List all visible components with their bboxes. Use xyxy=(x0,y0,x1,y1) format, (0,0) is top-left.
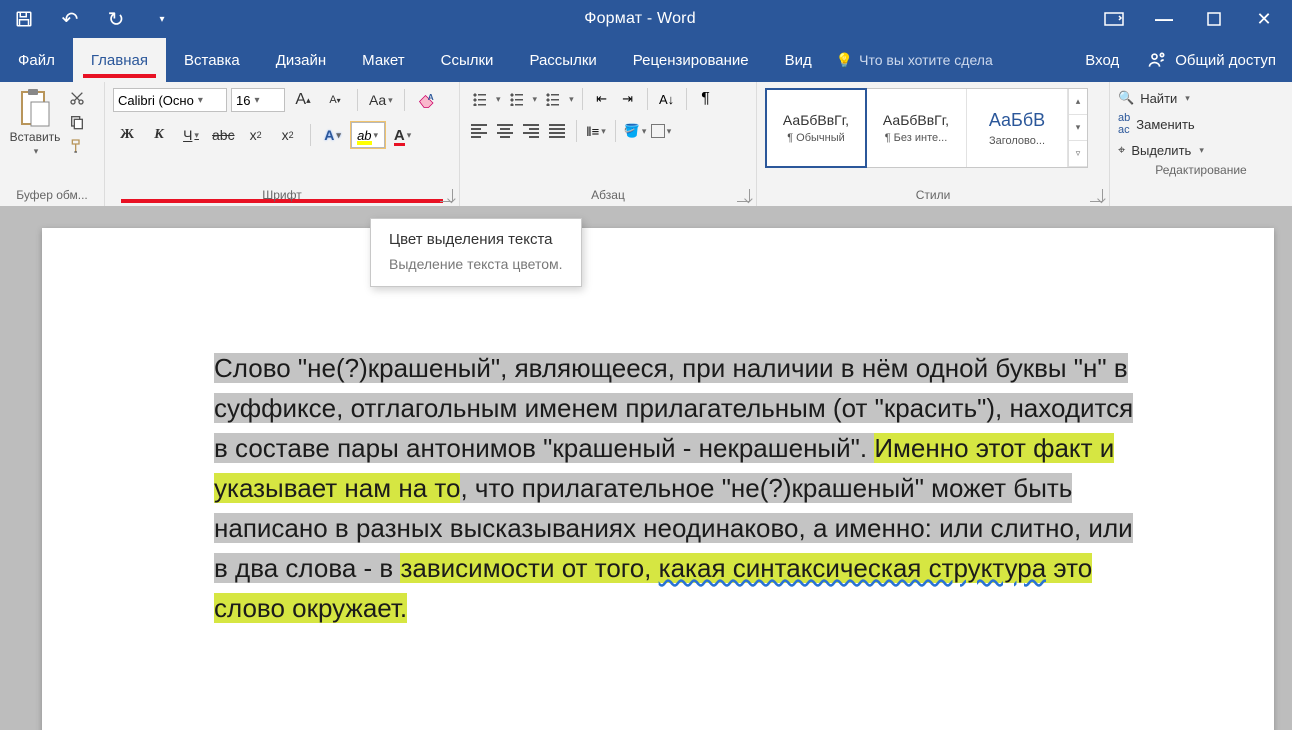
font-color-button[interactable]: A▾ xyxy=(389,124,417,146)
chevron-down-icon: ▾ xyxy=(34,146,39,157)
italic-button[interactable]: К xyxy=(145,124,173,146)
paste-button[interactable]: Вставить ▾ xyxy=(8,88,62,183)
show-marks-button[interactable]: ¶ xyxy=(695,88,717,110)
replace-button[interactable]: abacЗаменить xyxy=(1118,112,1282,136)
tab-layout[interactable]: Макет xyxy=(344,38,422,82)
undo-icon[interactable]: ↶ xyxy=(58,7,82,31)
styles-gallery-scroll[interactable]: ▴▾▿ xyxy=(1068,89,1087,167)
copy-button[interactable] xyxy=(66,112,88,132)
group-label-font: Шрифт xyxy=(105,183,459,206)
text-highlighted: зависимости от того, xyxy=(400,553,658,583)
tell-me-placeholder: Что вы хотите сдела xyxy=(859,52,993,68)
tooltip-highlight-color: Цвет выделения текста Выделение текста ц… xyxy=(370,218,582,287)
dialog-launcher-icon[interactable] xyxy=(440,189,453,202)
title-bar: ↶ ↻ ▾ Формат - Word — ✕ xyxy=(0,0,1292,38)
font-size-combo[interactable]: 16▾ xyxy=(231,88,285,112)
dialog-launcher-icon[interactable] xyxy=(1090,189,1103,202)
close-icon[interactable]: ✕ xyxy=(1252,7,1276,31)
font-name-combo[interactable]: Calibri (Осно▾ xyxy=(113,88,227,112)
group-label-paragraph: Абзац xyxy=(460,183,756,206)
text-highlighted-wavy: какая синтаксическая структура xyxy=(659,553,1047,583)
minimize-icon[interactable]: — xyxy=(1152,7,1176,31)
align-right-button[interactable] xyxy=(520,120,542,142)
tab-references[interactable]: Ссылки xyxy=(423,38,512,82)
quick-access-toolbar: ↶ ↻ ▾ xyxy=(0,0,186,38)
decrease-indent-button[interactable]: ⇤ xyxy=(591,88,613,110)
shrink-font-button[interactable]: A▾ xyxy=(321,89,349,111)
window-title: Формат - Word xyxy=(186,0,1094,38)
lightbulb-icon: 💡 xyxy=(836,52,853,69)
superscript-button[interactable]: x2 xyxy=(274,124,302,146)
replace-icon: abac xyxy=(1118,112,1130,136)
line-spacing-button[interactable]: ‖≡▾ xyxy=(585,120,607,142)
cursor-icon: ⌖ xyxy=(1118,142,1125,158)
align-left-button[interactable] xyxy=(468,120,490,142)
highlight-color-button[interactable]: ab▾ xyxy=(351,122,385,148)
align-center-button[interactable] xyxy=(494,120,516,142)
ribbon-tabs: Файл Главная Вставка Дизайн Макет Ссылки… xyxy=(0,38,1292,82)
multilevel-list-button[interactable] xyxy=(541,88,563,110)
qat-more-icon[interactable]: ▾ xyxy=(150,7,174,31)
borders-button[interactable]: ▾ xyxy=(650,120,672,142)
sort-button[interactable]: A↓ xyxy=(656,88,678,110)
shading-button[interactable]: 🪣▾ xyxy=(624,120,646,142)
paste-label: Вставить xyxy=(10,130,61,144)
window-controls: — ✕ xyxy=(1094,0,1292,38)
bold-button[interactable]: Ж xyxy=(113,124,141,146)
cut-button[interactable] xyxy=(66,88,88,108)
tell-me-search[interactable]: 💡 Что вы хотите сдела xyxy=(830,38,1074,82)
subscript-button[interactable]: x2 xyxy=(242,124,270,146)
share-icon xyxy=(1147,50,1167,70)
save-icon[interactable] xyxy=(12,7,36,31)
underline-button[interactable]: Ч▾ xyxy=(177,124,205,146)
styles-gallery: АаБбВвГг, ¶ Обычный АаБбВвГг, ¶ Без инте… xyxy=(765,88,1088,168)
tab-file[interactable]: Файл xyxy=(0,38,73,82)
style-normal[interactable]: АаБбВвГг, ¶ Обычный xyxy=(765,88,867,168)
style-heading1[interactable]: АаБбВ Заголово... xyxy=(967,89,1068,167)
share-label: Общий доступ xyxy=(1175,52,1276,69)
tab-mailings[interactable]: Рассылки xyxy=(511,38,614,82)
tooltip-body: Выделение текста цветом. xyxy=(389,256,563,272)
format-painter-button[interactable] xyxy=(66,136,88,156)
tab-view[interactable]: Вид xyxy=(767,38,830,82)
dialog-launcher-icon[interactable] xyxy=(737,189,750,202)
justify-button[interactable] xyxy=(546,120,568,142)
style-no-spacing[interactable]: АаБбВвГг, ¶ Без инте... xyxy=(866,89,967,167)
clear-formatting-button[interactable]: A xyxy=(413,89,441,111)
svg-text:A: A xyxy=(427,93,433,102)
group-label-editing: Редактирование xyxy=(1110,158,1292,181)
tooltip-title: Цвет выделения текста xyxy=(389,231,563,248)
ribbon: Вставить ▾ Буфер обм... Calibri (Осно▾ 1… xyxy=(0,82,1292,207)
redo-icon[interactable]: ↻ xyxy=(104,7,128,31)
find-button[interactable]: 🔍Найти▾ xyxy=(1118,90,1282,106)
tab-design[interactable]: Дизайн xyxy=(258,38,344,82)
change-case-button[interactable]: Aa▾ xyxy=(366,89,396,111)
maximize-icon[interactable] xyxy=(1202,7,1226,31)
grow-font-button[interactable]: A▴ xyxy=(289,89,317,111)
tab-review[interactable]: Рецензирование xyxy=(615,38,767,82)
ribbon-display-options-icon[interactable] xyxy=(1102,7,1126,31)
clipboard-icon xyxy=(15,88,55,128)
document-page[interactable]: Слово "не(?)крашеный", являющееся, при н… xyxy=(42,228,1274,730)
numbering-button[interactable] xyxy=(505,88,527,110)
increase-indent-button[interactable]: ⇥ xyxy=(617,88,639,110)
document-viewport: Слово "не(?)крашеный", являющееся, при н… xyxy=(0,206,1292,730)
text-effects-button[interactable]: A▾ xyxy=(319,124,347,146)
share-button[interactable]: Общий доступ xyxy=(1131,38,1292,82)
document-text[interactable]: Слово "не(?)крашеный", являющееся, при н… xyxy=(214,348,1134,628)
group-label-clipboard: Буфер обм... xyxy=(0,183,104,206)
search-icon: 🔍 xyxy=(1118,90,1134,106)
bullets-button[interactable] xyxy=(468,88,490,110)
tab-home[interactable]: Главная xyxy=(73,38,166,82)
strikethrough-button[interactable]: abc xyxy=(209,124,238,146)
login-link[interactable]: Вход xyxy=(1073,38,1131,82)
group-label-styles: Стили xyxy=(757,183,1109,206)
select-button[interactable]: ⌖Выделить▾ xyxy=(1118,142,1282,158)
tab-insert[interactable]: Вставка xyxy=(166,38,258,82)
